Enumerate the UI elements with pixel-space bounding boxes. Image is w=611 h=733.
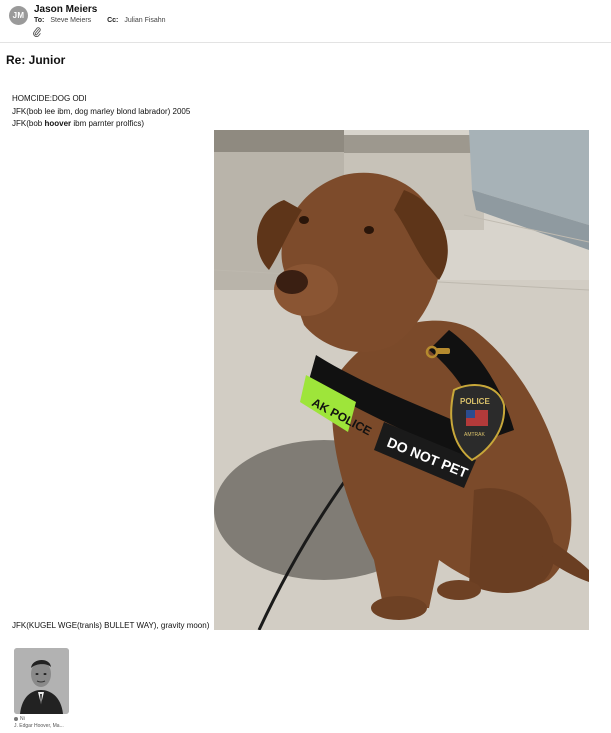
- patch-small-text: AMTRAK: [464, 432, 486, 438]
- status-dot-icon: [14, 716, 18, 721]
- body-line-prefix: JFK(bob: [12, 119, 45, 128]
- body-line-suffix: ibm parnter prolfics): [71, 119, 145, 128]
- to-label: To:: [34, 17, 45, 24]
- email-header: JM Jason Meiers To: Steve Meiers Cc: Jul…: [0, 0, 611, 43]
- email-body: HOMCIDE:DOG ODI JFK(bob lee ibm, dog mar…: [12, 93, 190, 131]
- body-line: HOMCIDE:DOG ODI: [12, 94, 87, 103]
- attachment-meta: Ni J. Edgar Hoover, Ma...: [14, 716, 64, 730]
- cc-label: Cc:: [107, 17, 119, 24]
- body-line: JFK(bob lee ibm, dog marley blond labrad…: [12, 106, 191, 116]
- attachment-indicator-row: Ni: [14, 716, 64, 723]
- paperclip-icon: [33, 27, 41, 39]
- sender-avatar[interactable]: JM: [9, 6, 28, 25]
- portrait-illustration: [14, 648, 69, 714]
- email-subject: Re: Junior: [6, 53, 66, 67]
- sender-name[interactable]: Jason Meiers: [34, 4, 97, 15]
- recipients-row: To: Steve Meiers Cc: Julian Fisahn: [34, 17, 166, 24]
- cc-recipient[interactable]: Julian Fisahn: [124, 17, 165, 24]
- patch-text: POLICE: [460, 397, 490, 406]
- to-recipient[interactable]: Steve Meiers: [50, 17, 91, 24]
- attachment-caption[interactable]: J. Edgar Hoover, Ma...: [14, 723, 64, 730]
- body-line: JFK(KUGEL WGE(tranls) BULLET WAY), gravi…: [12, 621, 210, 630]
- inline-dog-photo[interactable]: AK POLICE DO NOT PET POLICE AMTRAK: [214, 130, 589, 630]
- body-line: JFK(bob hoover ibm parnter prolfics): [12, 118, 190, 131]
- dog-photo-illustration: AK POLICE DO NOT PET POLICE AMTRAK: [214, 130, 589, 630]
- body-line-bold: hoover: [44, 119, 72, 128]
- attachment-indicator: Ni: [20, 716, 25, 722]
- attachment-thumbnail[interactable]: [14, 648, 69, 714]
